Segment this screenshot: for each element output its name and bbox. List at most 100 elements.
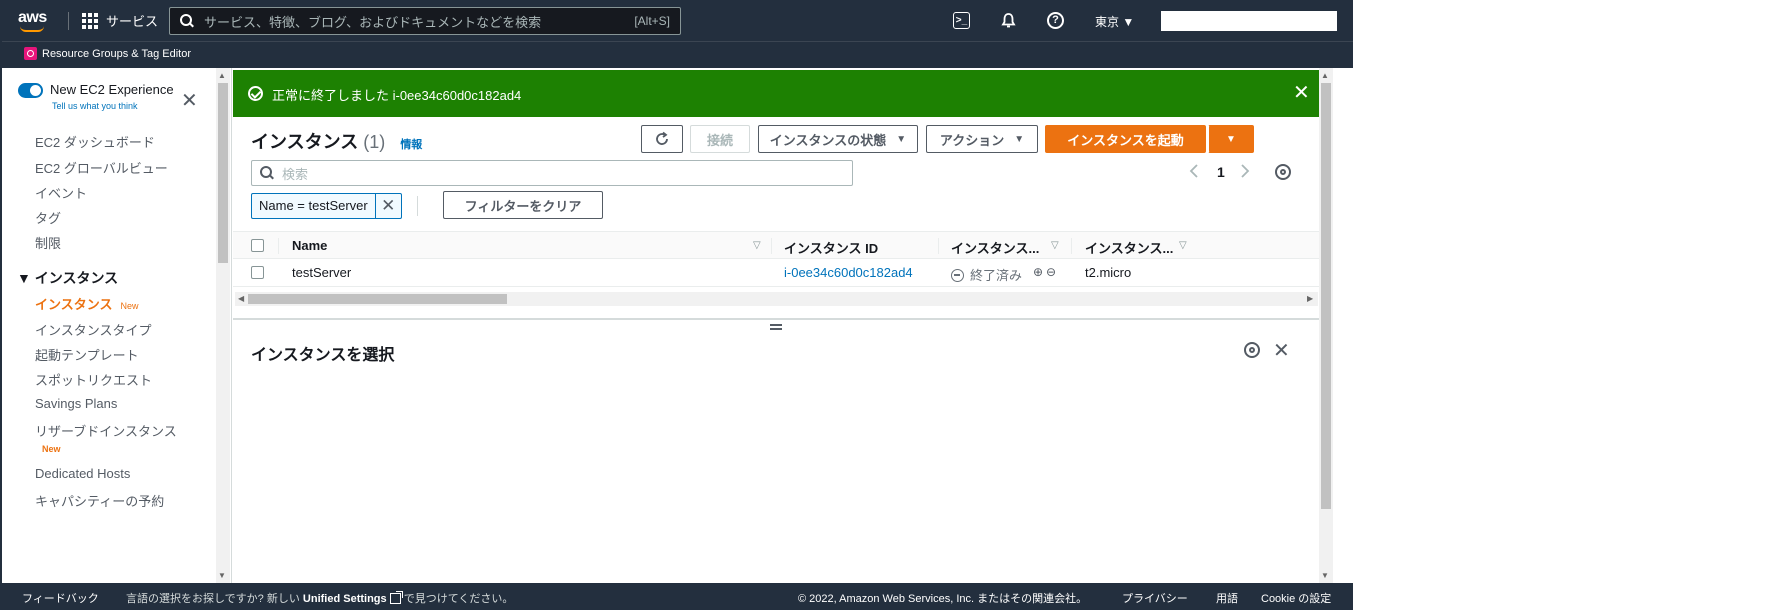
column-header-instance-type[interactable]: インスタンス... [1085,238,1173,257]
sidebar-item-dedicated-hosts[interactable]: Dedicated Hosts [35,466,130,481]
info-link[interactable]: 情報 [400,139,422,151]
resource-groups-link[interactable]: Resource Groups & Tag Editor [24,47,191,60]
flash-message: 正常に終了しました i-0ee34c60d0c182ad4 [272,88,522,103]
sidebar-item-spot-requests[interactable]: スポットリクエスト [35,370,152,389]
close-icon[interactable]: ✕ [1293,80,1310,105]
sidebar-scrollbar[interactable]: ▲ ▼ [216,68,230,583]
sidebar-item-launch-templates[interactable]: 起動テンプレート [35,345,139,364]
ec2-console-window: aws サービス サービス、特徴、ブログ、およびドキュメントなどを検索 [Alt… [0,0,1353,610]
bell-icon[interactable] [1000,12,1017,29]
unified-settings-link[interactable]: Unified Settings [303,593,387,605]
refresh-button[interactable] [641,125,683,153]
cloudshell-icon[interactable]: >_ [953,12,970,29]
sort-icon[interactable]: ▽ [1179,240,1187,251]
table-horizontal-scrollbar[interactable]: ◀ ▶ [235,292,1318,306]
settings-gear-icon[interactable] [1244,342,1260,358]
remove-filter-icon[interactable]: ✕ [376,194,401,218]
launch-dropdown-button[interactable]: ▼ [1208,125,1254,153]
nav-separator [68,12,69,30]
aws-logo[interactable]: aws [18,9,47,32]
cell-instance-state: 終了済み [951,265,1022,284]
search-icon [180,14,194,28]
sidebar-item-capacity-reservations[interactable]: キャパシティーの予約 [35,491,164,510]
feedback-link[interactable]: Tell us what you think [52,101,138,111]
sidebar-item-tags[interactable]: タグ [35,208,61,227]
cell-instance-type: t2.micro [1085,265,1132,280]
main-content: 正常に終了しました i-0ee34c60d0c182ad4 ✕ インスタンス (… [233,68,1339,583]
cell-instance-id-link[interactable]: i-0ee34c60d0c182ad4 [784,265,913,280]
content-scrollbar[interactable]: ▲ ▼ [1319,68,1333,583]
console-footer: フィードバック 言語の選択をお探しですか? 新しい Unified Settin… [2,583,1353,610]
reserved-new-badge: New [42,444,61,454]
scroll-up-arrow[interactable]: ▲ [1321,71,1329,80]
cookie-settings-link[interactable]: Cookie の設定 [1261,590,1331,606]
scrollbar-thumb[interactable] [1321,83,1331,509]
top-navigation-bar: aws サービス サービス、特徴、ブログ、およびドキュメントなどを検索 [Alt… [2,0,1353,41]
zoom-in-icon[interactable]: ⊕ [1033,265,1043,279]
sidebar-section-instances[interactable]: ▼ インスタンス [17,268,118,288]
prev-page-icon[interactable] [1189,164,1199,181]
caret-down-icon: ▼ [1226,133,1236,145]
resize-handle-icon[interactable] [770,324,782,330]
grid-icon [82,12,98,29]
scroll-left-arrow[interactable]: ◀ [238,294,244,303]
column-header-instance-state[interactable]: インスタンス... [951,238,1039,257]
services-menu-button[interactable]: サービス [82,11,158,30]
filter-token-label[interactable]: Name = testServer [252,194,376,218]
sidebar-item-limits[interactable]: 制限 [35,233,61,252]
actions-button[interactable]: アクション ▼ [926,125,1038,153]
detail-panel-title: インスタンスを選択 [251,347,395,364]
toggle-switch[interactable] [18,83,43,98]
privacy-link[interactable]: プライバシー [1122,590,1188,606]
copyright-text: © 2022, Amazon Web Services, Inc. またはその関… [798,593,1088,605]
table-header-row: Name ▽ インスタンス ID インスタンス... ▽ インスタンス... ▽ [233,231,1319,259]
page-title: インスタンス [251,132,359,152]
sidebar-item-events[interactable]: イベント [35,183,87,202]
close-icon[interactable]: ✕ [181,88,198,113]
global-search-placeholder: サービス、特徴、ブログ、およびドキュメントなどを検索 [204,14,542,30]
global-search-input[interactable]: サービス、特徴、ブログ、およびドキュメントなどを検索 [Alt+S] [169,7,681,35]
column-header-name[interactable]: Name [292,238,327,253]
stopped-status-icon [951,269,964,282]
column-header-instance-id[interactable]: インスタンス ID [784,238,878,257]
table-row[interactable]: testServer i-0ee34c60d0c182ad4 終了済み ⊕ ⊖ … [233,259,1319,287]
feedback-link[interactable]: フィードバック [22,590,99,606]
instance-search-input[interactable]: 検索 [251,160,853,186]
scrollbar-thumb[interactable] [218,83,228,263]
close-icon[interactable]: ✕ [1273,338,1290,363]
region-selector[interactable]: 東京 ▼ [1095,13,1134,30]
row-checkbox[interactable] [251,266,264,279]
zoom-out-icon[interactable]: ⊖ [1046,265,1056,279]
sidebar-item-instances[interactable]: インスタンス New [35,294,139,313]
sidebar-item-instance-types[interactable]: インスタンスタイプ [35,320,151,339]
terms-link[interactable]: 用語 [1216,590,1238,606]
next-page-icon[interactable] [1240,164,1250,181]
sidebar-item-dashboard[interactable]: EC2 ダッシュボード [35,132,155,151]
refresh-icon [656,131,668,145]
scroll-up-arrow[interactable]: ▲ [218,71,226,80]
scrollbar-thumb[interactable] [248,294,507,304]
scroll-down-arrow[interactable]: ▼ [1321,571,1329,580]
check-circle-icon [248,86,263,101]
scroll-right-arrow[interactable]: ▶ [1307,294,1313,303]
sidebar-item-savings-plans[interactable]: Savings Plans [35,396,117,411]
sort-icon[interactable]: ▽ [753,240,761,251]
sidebar-item-reserved-instances[interactable]: リザーブドインスタンス [35,421,177,440]
instance-state-button[interactable]: インスタンスの状態 ▼ [758,125,918,153]
page-number[interactable]: 1 [1217,164,1225,180]
connect-button[interactable]: 接続 [690,125,750,153]
cell-name: testServer [292,265,352,280]
search-icon [260,166,274,180]
scroll-down-arrow[interactable]: ▼ [218,571,226,580]
launch-instances-button[interactable]: インスタンスを起動 [1045,125,1206,153]
side-navigation: New EC2 Experience Tell us what you thin… [2,68,232,583]
settings-gear-icon[interactable] [1275,164,1291,180]
sidebar-item-global-view[interactable]: EC2 グローバルビュー [35,158,168,177]
select-all-checkbox[interactable] [251,239,264,252]
sort-icon[interactable]: ▽ [1051,240,1059,251]
help-icon[interactable]: ? [1047,12,1064,29]
clear-filters-button[interactable]: フィルターをクリア [443,191,603,219]
instance-search-placeholder: 検索 [282,166,309,182]
instance-count: (1) [363,132,386,152]
account-menu[interactable] [1161,11,1337,31]
